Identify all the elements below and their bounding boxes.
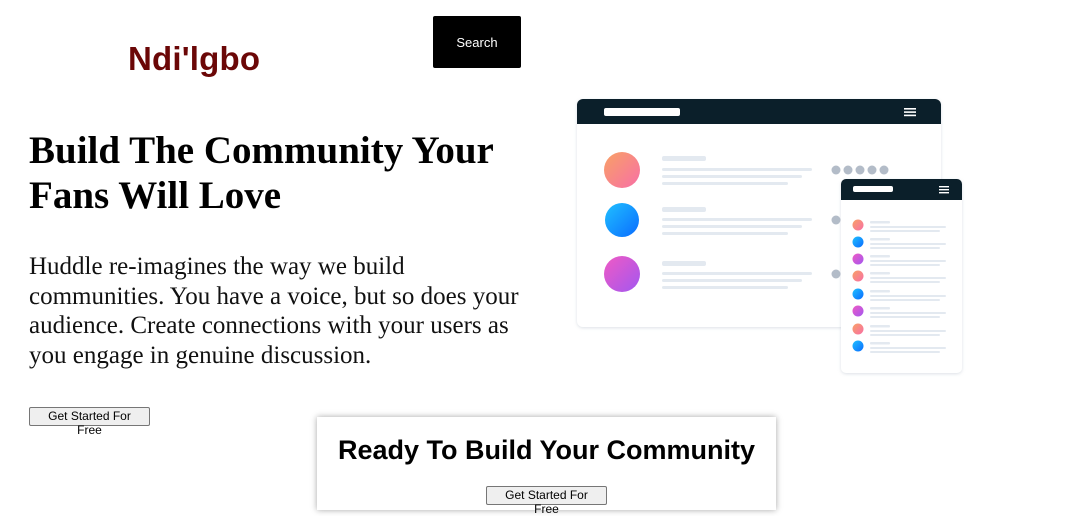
mobile-window-mockup: [841, 179, 962, 373]
avatar: [605, 203, 639, 237]
logo: Ndi'lgbo: [128, 40, 261, 77]
avatar: [604, 152, 640, 188]
search-button[interactable]: Search: [433, 16, 521, 68]
cta-card: Ready To Build Your Community Get Starte…: [317, 417, 776, 516]
get-started-button[interactable]: Get Started For Free: [486, 486, 607, 516]
cta-title: Ready To Build Your Community: [337, 435, 756, 465]
app-mockup-illustration: [577, 99, 962, 373]
hero-title: Build The Community Your Fans Will Love: [29, 129, 494, 217]
hero-description: Huddle re-imagines the way we build comm…: [29, 253, 519, 369]
get-started-button[interactable]: Get Started For Free: [29, 407, 150, 437]
avatar: [604, 256, 640, 292]
